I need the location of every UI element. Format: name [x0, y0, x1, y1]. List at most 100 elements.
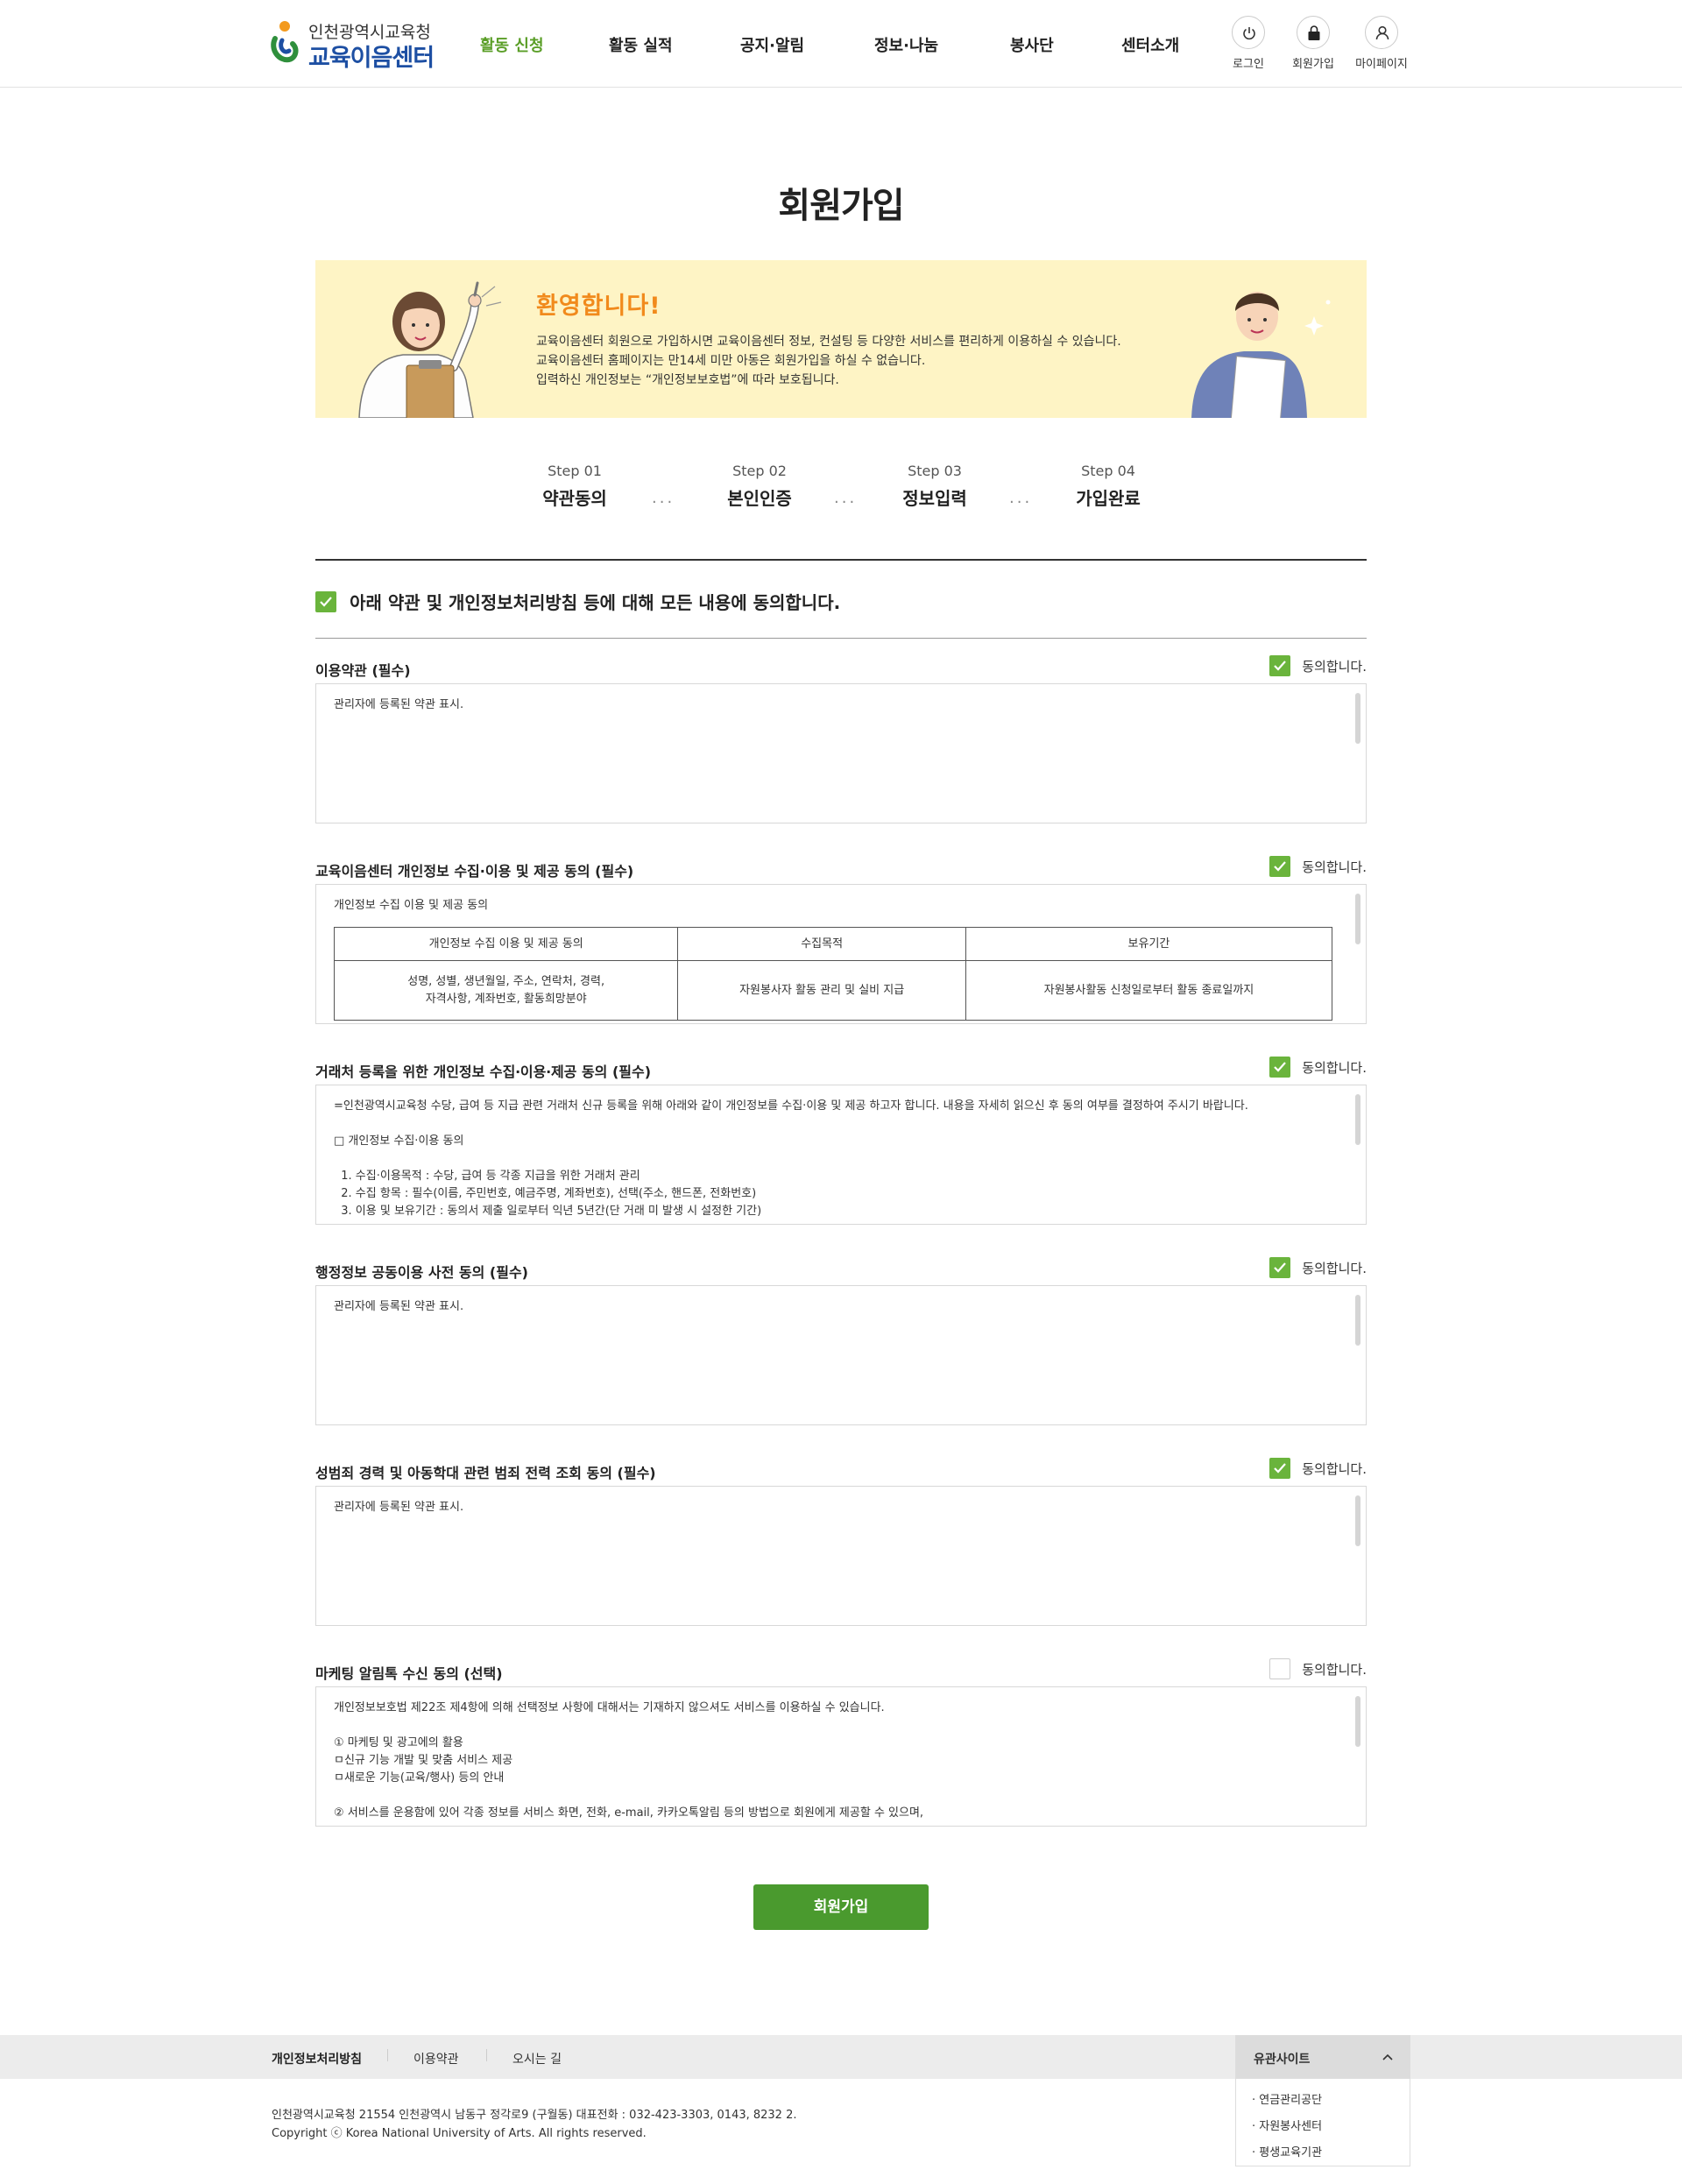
term-content-box[interactable]: 개인정보 수집 이용 및 제공 동의 개인정보 수집 이용 및 제공 동의 수집… [315, 884, 1367, 1024]
term-text: □ 개인정보 수집·이용 동의 [334, 1134, 464, 1148]
term-text: 1. 수집·이용목적 : 수당, 급여 등 각종 지급을 위한 거래처 관리 [334, 1170, 640, 1183]
mypage-label: 마이페이지 [1355, 58, 1408, 71]
address-text: 인천광역시교육청 21554 인천광역시 남동구 정각로9 (구월동) 대표전화… [272, 2109, 797, 2122]
table-header: 개인정보 수집 이용 및 제공 동의 [333, 927, 679, 961]
term-text [334, 1787, 1348, 1805]
term-agree-label: 동의합니다. [1302, 658, 1367, 675]
table-cell: 성명, 성별, 생년월일, 주소, 연락처, 경력, 자격사항, 계좌번호, 활… [333, 960, 679, 1021]
term-agree-checkbox[interactable]: 동의합니다. [1269, 856, 1367, 877]
site-logo[interactable]: 인천광역시교육청 교육이음센터 [270, 16, 436, 72]
term-agree-label: 동의합니다. [1302, 1260, 1367, 1276]
banner-description: 교육이음센터 회원으로 가입하시면 교육이음센터 정보, 컨설팅 등 다양한 서… [536, 332, 1121, 390]
step-number: Step 04 [1081, 463, 1135, 479]
term-text: ② 서비스를 운용함에 있어 각종 정보를 서비스 화면, 전화, e-mail… [334, 1806, 924, 1820]
footer-privacy-link[interactable]: 개인정보처리방침 [272, 2050, 362, 2067]
term-agree-label: 동의합니다. [1302, 1460, 1367, 1477]
agree-all-label: 아래 약관 및 개인정보처리방침 등에 대해 모든 내용에 동의합니다. [350, 592, 841, 613]
nav-center-intro[interactable]: 센터소개 [1121, 33, 1179, 56]
table-cell-line: 자격사항, 계좌번호, 활동희망분야 [425, 992, 587, 1006]
power-icon [1232, 16, 1265, 49]
nav-activity-apply[interactable]: 활동 신청 [480, 33, 544, 56]
term-content-box[interactable]: 관리자에 등록된 약관 표시. [315, 1285, 1367, 1425]
scrollbar[interactable] [1355, 1295, 1360, 1346]
term-title: 이용약관 (필수) [315, 662, 411, 679]
step-separator: ... [1009, 489, 1033, 507]
nav-volunteer[interactable]: 봉사단 [1010, 33, 1054, 56]
nav-info-share[interactable]: 정보·나눔 [874, 33, 938, 56]
term-agree-checkbox[interactable]: 동의합니다. [1269, 1257, 1367, 1278]
checkbox-checked-icon [315, 590, 336, 612]
join-submit-button[interactable]: 회원가입 [753, 1884, 929, 1930]
term-content-box[interactable]: 관리자에 등록된 약관 표시. [315, 683, 1367, 823]
step-number: Step 03 [908, 463, 962, 479]
term-text: 3. 이용 및 보유기간 : 동의서 제출 일로부터 익년 5년간(단 거래 미… [334, 1205, 762, 1218]
family-site-label: 유관사이트 [1254, 2053, 1311, 2067]
step-separator: ... [834, 489, 858, 507]
table-header: 보유기간 [965, 927, 1333, 961]
footer-directions-link[interactable]: 오시는 길 [512, 2050, 562, 2067]
step-separator: ... [652, 489, 675, 507]
term-title: 교육이음센터 개인정보 수집·이용 및 제공 동의 (필수) [315, 863, 634, 880]
copyright-text: Copyright ⓒ Korea National University of… [272, 2127, 647, 2140]
user-icon [1365, 16, 1398, 49]
term-text: 관리자에 등록된 약관 표시. [334, 1501, 464, 1514]
family-site-item[interactable]: · 평생교육기관 [1252, 2140, 1394, 2166]
checkbox-checked-icon [1269, 655, 1291, 676]
checkbox-checked-icon [1269, 1057, 1291, 1078]
mypage-button[interactable]: 마이페이지 [1346, 16, 1417, 77]
scrollbar[interactable] [1355, 1696, 1360, 1747]
term-text: 관리자에 등록된 약관 표시. [334, 698, 464, 711]
nav-activity-record[interactable]: 활동 실적 [609, 33, 673, 56]
footer-separator [387, 2049, 388, 2061]
term-text: 개인정보보호법 제22조 제4항에 의해 선택정보 사항에 대해서는 기재하지 … [334, 1701, 885, 1714]
footer-terms-link[interactable]: 이용약관 [413, 2050, 459, 2067]
scrollbar[interactable] [1355, 1094, 1360, 1145]
term-text: =인천광역시교육청 수당, 급여 등 지급 관련 거래처 신규 등록을 위해 아… [334, 1099, 1248, 1113]
term-text [334, 1115, 1348, 1133]
checkbox-checked-icon [1269, 1257, 1291, 1278]
term-text: ㅁ신규 기능 개발 및 맞춤 서비스 제공 [334, 1754, 513, 1767]
login-button[interactable]: 로그인 [1213, 16, 1283, 77]
step-1: Step 01 약관동의 [513, 463, 636, 510]
term-agree-checkbox[interactable]: 동의합니다. [1269, 655, 1367, 676]
chevron-up-icon [1382, 2053, 1393, 2060]
term-text [334, 1150, 1348, 1168]
banner-line: 교육이음센터 회원으로 가입하시면 교육이음센터 정보, 컨설팅 등 다양한 서… [536, 335, 1121, 349]
term-text: ① 마케팅 및 광고에의 활용 [334, 1736, 463, 1749]
scrollbar[interactable] [1355, 894, 1360, 944]
login-label: 로그인 [1233, 58, 1264, 71]
banner-title: 환영합니다! [536, 293, 661, 320]
term-title: 거래처 등록을 위한 개인정보 수집‧이용‧제공 동의 (필수) [315, 1064, 652, 1080]
term-agree-checkbox[interactable]: 동의합니다. [1269, 1458, 1367, 1479]
term-content-box[interactable]: 개인정보보호법 제22조 제4항에 의해 선택정보 사항에 대해서는 기재하지 … [315, 1686, 1367, 1827]
term-title: 성범죄 경력 및 아동학대 관련 범죄 전력 조회 동의 (필수) [315, 1465, 656, 1481]
table-cell: 자원봉사자 활동 관리 및 실비 지급 [677, 960, 966, 1021]
table-header: 수집목적 [677, 927, 966, 961]
step-number: Step 02 [732, 463, 787, 479]
term-content-box[interactable]: 관리자에 등록된 약관 표시. [315, 1486, 1367, 1626]
scrollbar[interactable] [1355, 1495, 1360, 1546]
term-agree-checkbox[interactable]: 동의합니다. [1269, 1658, 1367, 1679]
footer-separator [486, 2049, 487, 2061]
step-3: Step 03 정보입력 [873, 463, 996, 510]
term-text [334, 1717, 1348, 1735]
footer-nav-bar: 개인정보처리방침 이용약관 오시는 길 [0, 2035, 1682, 2079]
logo-mark-icon [271, 21, 299, 63]
term-text: 관리자에 등록된 약관 표시. [334, 1300, 464, 1313]
term-text: 개인정보 수집 이용 및 제공 동의 [334, 899, 489, 912]
term-content-box[interactable]: =인천광역시교육청 수당, 급여 등 지급 관련 거래처 신규 등록을 위해 아… [315, 1085, 1367, 1225]
nav-notice[interactable]: 공지·알림 [740, 33, 804, 56]
step-number: Step 01 [548, 463, 602, 479]
family-site-item[interactable]: · 자원봉사센터 [1252, 2114, 1394, 2140]
join-button[interactable]: 회원가입 [1278, 16, 1348, 77]
term-agree-label: 동의합니다. [1302, 1059, 1367, 1076]
family-site-item[interactable]: · 연금관리공단 [1252, 2088, 1394, 2114]
step-2: Step 02 본인인증 [698, 463, 821, 510]
family-site-dropdown[interactable]: 유관사이트 [1235, 2035, 1410, 2079]
checkbox-unchecked-icon [1269, 1658, 1291, 1679]
scrollbar[interactable] [1355, 693, 1360, 744]
bag-icon [1297, 16, 1330, 49]
agree-all-checkbox[interactable]: 아래 약관 및 개인정보처리방침 등에 대해 모든 내용에 동의합니다. [315, 589, 841, 613]
term-agree-checkbox[interactable]: 동의합니다. [1269, 1057, 1367, 1078]
footer-address: 인천광역시교육청 21554 인천광역시 남동구 정각로9 (구월동) 대표전화… [272, 2106, 797, 2143]
